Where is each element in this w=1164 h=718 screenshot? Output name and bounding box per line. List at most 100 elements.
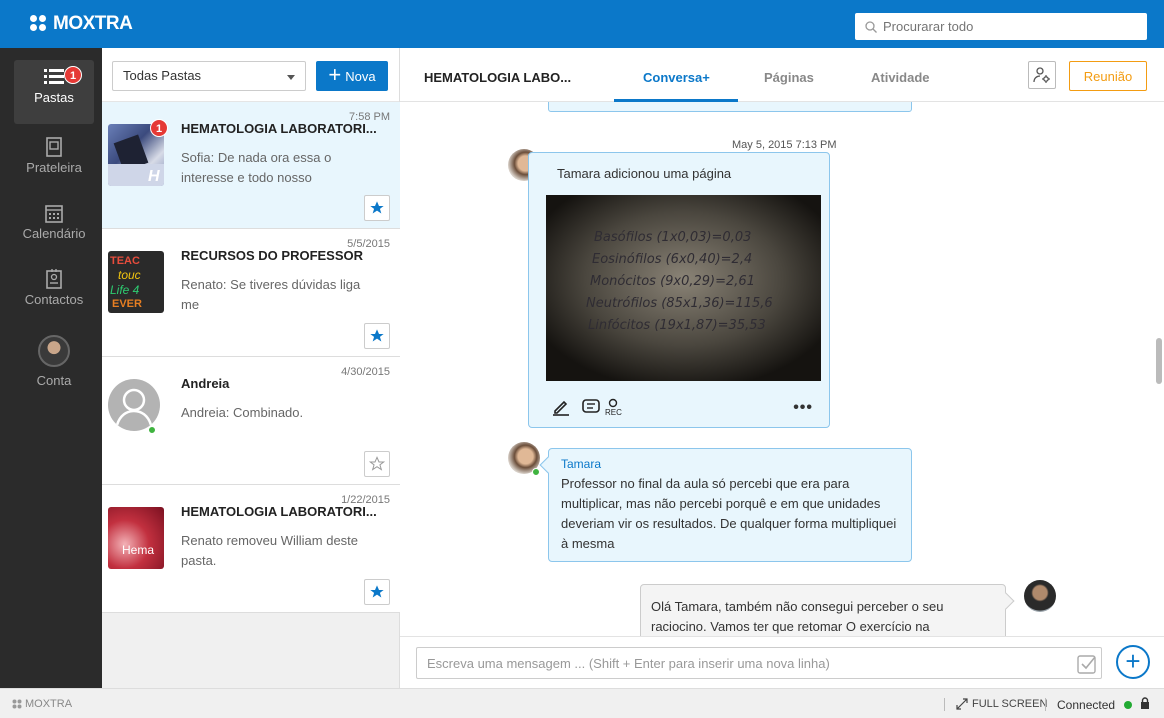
logo-mark-icon — [12, 699, 22, 709]
search-icon — [865, 20, 877, 33]
plus-icon: + — [328, 62, 342, 87]
folder-list: Todas Pastas + Nova 7:58 PM H 1 HEMATOLO… — [102, 48, 400, 688]
chevron-down-icon — [287, 75, 295, 80]
new-folder-label: Nova — [345, 68, 376, 84]
connection-status: Connected — [1057, 698, 1116, 712]
status-bar: MOXTRA FULL SCREEN Connected — [0, 688, 1164, 718]
chat-scrollbar[interactable] — [1156, 338, 1162, 384]
nav-label-prateleira: Prateleira — [26, 160, 82, 175]
member-settings-button[interactable] — [1028, 61, 1056, 89]
avatar — [1024, 580, 1056, 612]
nav-item-pastas[interactable]: 1 Pastas — [14, 60, 94, 124]
star-button[interactable] — [364, 451, 390, 477]
nav-item-conta[interactable]: Conta — [14, 335, 94, 388]
tab-conversa[interactable]: Conversa+ — [643, 70, 710, 85]
fullscreen-button[interactable]: FULL SCREEN — [956, 698, 1047, 710]
folder-filter-select[interactable]: Todas Pastas — [112, 61, 306, 91]
online-status-dot — [148, 426, 156, 434]
folder-badge: 1 — [150, 119, 168, 137]
search-box[interactable] — [855, 13, 1147, 40]
page-image[interactable]: Basófilos (1x0,03)=0,03 Eosinófilos (6x0… — [546, 195, 821, 381]
todo-check-icon[interactable] — [1076, 653, 1098, 675]
comment-icon[interactable] — [581, 397, 601, 417]
folder-filter-value: Todas Pastas — [123, 68, 202, 83]
conversation-header: HEMATOLOGIA LABO... Conversa+ Páginas At… — [400, 48, 1164, 102]
message-text: Professor no final da aula só percebi qu… — [561, 476, 897, 551]
folder-list-header: Todas Pastas + Nova — [102, 48, 399, 102]
page-added-text: Tamara adicionou uma página — [557, 166, 732, 181]
star-filled-icon — [370, 329, 384, 342]
calendar-icon — [45, 205, 63, 223]
star-filled-icon — [370, 585, 384, 598]
footer-brand: MOXTRA — [25, 698, 73, 710]
lock-icon — [1141, 697, 1149, 709]
contacts-icon — [46, 269, 62, 289]
active-tab-indicator — [614, 99, 738, 102]
folder-last-message: Renato removeu William deste pasta. — [181, 533, 359, 568]
connection-status-dot — [1124, 701, 1132, 709]
conversation-panel: HEMATOLOGIA LABO... Conversa+ Páginas At… — [400, 48, 1164, 688]
top-bar: MOXTRA — [0, 0, 1164, 48]
nav-item-calendario[interactable]: Calendário — [14, 202, 94, 241]
nav-badge: 1 — [64, 66, 82, 84]
pencil-icon[interactable] — [551, 397, 571, 417]
handwriting-line: Neutrófilos (85x1,36)=115,6 — [586, 296, 773, 311]
handwriting-line: Basófilos (1x0,03)=0,03 — [594, 230, 751, 245]
folder-title: HEMATOLOGIA LABORATORI... — [181, 504, 377, 519]
folder-last-message: Andreia: Combinado. — [181, 405, 304, 420]
folder-card[interactable]: 7:58 PM H 1 HEMATOLOGIA LABORATORI... So… — [102, 102, 400, 229]
nav-label-calendario: Calendário — [22, 226, 86, 241]
folder-thumbnail: TEAC touc Life 4 EVER — [108, 251, 164, 313]
add-attachment-button[interactable]: + — [1116, 645, 1150, 679]
star-filled-icon — [370, 201, 384, 214]
nav-item-prateleira[interactable]: Prateleira — [14, 136, 94, 175]
folder-title: Andreia — [181, 376, 230, 391]
tab-atividade[interactable]: Atividade — [871, 70, 930, 85]
nav-item-contactos[interactable]: Contactos — [14, 268, 94, 307]
account-avatar — [38, 335, 70, 367]
left-nav: 1 Pastas Prateleira Calendário Contactos… — [0, 48, 102, 688]
record-icon — [609, 398, 618, 407]
incoming-message: Tamara Professor no final da aula só per… — [539, 448, 912, 562]
search-input[interactable] — [883, 19, 1123, 34]
list-icon — [44, 69, 64, 84]
moxtra-logo[interactable]: MOXTRA — [30, 13, 133, 35]
page-card-tools: REC — [551, 397, 622, 417]
online-status-dot — [532, 468, 540, 476]
folder-card[interactable]: 5/5/2015 TEAC touc Life 4 EVER RECURSOS … — [102, 229, 400, 357]
user-settings-icon — [1033, 67, 1050, 83]
outgoing-message: Olá Tamara, também não consegui perceber… — [640, 584, 1015, 636]
handwriting-line: Monócitos (9x0,29)=2,61 — [590, 274, 755, 289]
star-outline-icon — [369, 456, 385, 471]
folder-card[interactable]: 4/30/2015 Andreia Andreia: Combinado. — [102, 357, 400, 485]
message-author: Tamara — [561, 457, 602, 471]
folder-thumbnail: Hema — [108, 507, 164, 569]
star-button[interactable] — [364, 323, 390, 349]
message-composer: + — [400, 636, 1164, 688]
more-options-icon[interactable]: ••• — [793, 399, 813, 417]
new-folder-button[interactable]: + Nova — [316, 61, 388, 91]
rec-label: REC — [605, 407, 622, 417]
handwriting-line: Linfócitos (19x1,87)=35,53 — [588, 318, 766, 333]
fullscreen-label: FULL SCREEN — [972, 698, 1048, 710]
folder-title: RECURSOS DO PROFESSOR — [181, 248, 364, 263]
folder-card[interactable]: 1/22/2015 Hema HEMATOLOGIA LABORATORI...… — [102, 485, 400, 613]
folder-last-message: Renato: Se tiveres dúvidas liga me — [181, 277, 361, 312]
star-button[interactable] — [364, 579, 390, 605]
brand-name: MOXTRA — [53, 13, 133, 34]
nav-label-contactos: Contactos — [24, 292, 84, 307]
rec-button[interactable]: REC — [605, 398, 622, 417]
chat-feed: May 5, 2015 7:13 PM Tamara adicionou uma… — [400, 102, 1164, 636]
message-input[interactable] — [416, 647, 1102, 679]
conversation-title: HEMATOLOGIA LABO... — [424, 70, 572, 85]
meeting-button[interactable]: Reunião — [1069, 61, 1147, 91]
footer-logo: MOXTRA — [12, 698, 72, 710]
page-image-art: Basófilos (1x0,03)=0,03 Eosinófilos (6x0… — [546, 195, 821, 381]
tab-paginas[interactable]: Páginas — [764, 70, 814, 85]
page-added-card[interactable]: Tamara adicionou uma página Basófilos (1… — [528, 152, 830, 428]
logo-mark-icon — [30, 15, 48, 33]
star-button[interactable] — [364, 195, 390, 221]
nav-label-pastas: Pastas — [34, 90, 74, 105]
message-text: Olá Tamara, também não consegui perceber… — [651, 599, 944, 634]
expand-icon — [956, 698, 968, 710]
